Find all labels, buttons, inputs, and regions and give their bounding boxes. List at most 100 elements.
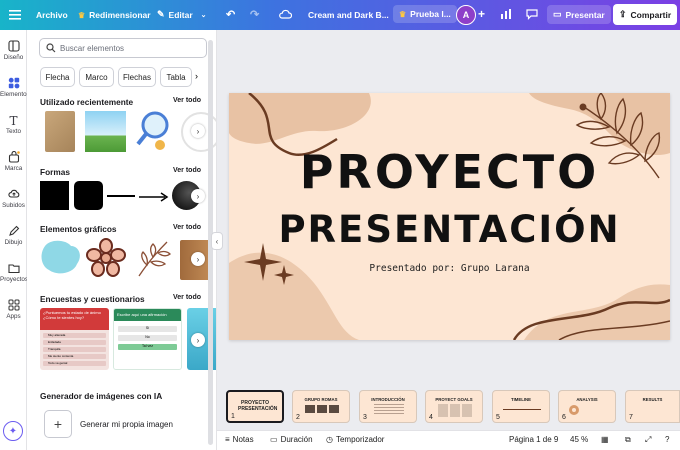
poll-card-statement[interactable]: Escribe aquí una afirmación Sí No Tal ve… bbox=[113, 308, 182, 370]
see-all-graphics[interactable]: Ver todo bbox=[173, 224, 201, 231]
shape-square[interactable] bbox=[40, 181, 69, 210]
analytics-icon[interactable] bbox=[500, 8, 512, 22]
search-placeholder: Buscar elementos bbox=[60, 43, 125, 53]
recent-next-button[interactable]: › bbox=[191, 124, 205, 138]
thumbnail-slide-2[interactable]: GRUPO ROMAS 2 bbox=[292, 390, 350, 423]
thumbnail-slide-6[interactable]: ANALYSIS 6 bbox=[558, 390, 616, 423]
poll-option: Muy alterada bbox=[43, 333, 106, 338]
thumbnail-slide-7[interactable]: RESULTS 7 bbox=[625, 390, 680, 423]
rail-label: Diseño bbox=[3, 54, 24, 61]
resize-button[interactable]: ♛ Redimensionar bbox=[78, 10, 151, 20]
chip-arrow[interactable]: Flecha bbox=[40, 67, 75, 87]
thumbnail-number: 1 bbox=[231, 413, 235, 420]
text-icon: T bbox=[9, 114, 18, 128]
graphic-flower[interactable] bbox=[85, 238, 127, 278]
thumbnail-slide-4[interactable]: PROYECT GOALS 4 bbox=[425, 390, 483, 423]
thumbnail-slide-3[interactable]: INTRODUCCIÓN 3 bbox=[359, 390, 417, 423]
graphics-next-button[interactable]: › bbox=[191, 252, 205, 266]
chip-frame[interactable]: Marco bbox=[79, 67, 114, 87]
rail-draw[interactable]: Dibujo bbox=[0, 225, 27, 246]
recent-magnifier-sticker[interactable] bbox=[133, 109, 173, 153]
shapes-next-button[interactable]: › bbox=[191, 189, 205, 203]
thumbnail-title: RESULTS bbox=[642, 397, 663, 402]
notes-icon: ≡ bbox=[225, 435, 230, 444]
thumbnail-number: 7 bbox=[629, 414, 633, 421]
rail-elements[interactable]: Elementos bbox=[0, 77, 30, 98]
slide-thumbnails: PROYECTO PRESENTACIÓN 1 GRUPO ROMAS 2 IN… bbox=[222, 387, 680, 427]
poll-option: Tranquila bbox=[43, 347, 106, 352]
present-button[interactable]: ▭ Presentar bbox=[547, 5, 611, 24]
search-input[interactable]: Buscar elementos bbox=[39, 38, 207, 58]
thumbnail-title: TIMELINE bbox=[510, 397, 532, 402]
section-recent-title: Utilizado recientemente bbox=[40, 97, 134, 107]
thumbnail-slide-1[interactable]: PROYECTO PRESENTACIÓN 1 bbox=[226, 390, 284, 423]
chip-arrows[interactable]: Flechas bbox=[118, 67, 156, 87]
graphic-blob[interactable] bbox=[39, 238, 84, 278]
thumbnail-title: INTRODUCCIÓN bbox=[371, 397, 405, 402]
apps-icon bbox=[8, 299, 19, 311]
grid-view-icon[interactable]: ▦ bbox=[601, 435, 609, 444]
rail-apps[interactable]: Apps bbox=[0, 299, 27, 320]
thumbnail-number: 2 bbox=[296, 414, 300, 421]
see-all-polls[interactable]: Ver todo bbox=[173, 294, 201, 301]
edit-button[interactable]: ✎ Editar ⌄ bbox=[157, 9, 207, 20]
recent-landscape-image[interactable] bbox=[85, 111, 126, 152]
duration-icon: ▭ bbox=[270, 435, 278, 444]
slide-title-line2[interactable]: PRESENTACIÓN bbox=[229, 208, 670, 251]
magic-assistant-button[interactable]: ✦ bbox=[3, 421, 23, 441]
folder-icon bbox=[7, 264, 20, 274]
rail-uploads[interactable]: Subidos bbox=[0, 188, 27, 209]
page-indicator[interactable]: Página 1 de 9 bbox=[509, 435, 558, 444]
add-collaborator-icon[interactable]: + bbox=[478, 7, 485, 21]
rail-design[interactable]: Diseño bbox=[0, 40, 27, 61]
screen-icon: ▭ bbox=[553, 9, 562, 19]
main-slide-canvas[interactable]: PROYECTO PRESENTACIÓN Presentado por: Gr… bbox=[229, 93, 670, 340]
comment-icon[interactable] bbox=[526, 8, 538, 22]
file-menu[interactable]: Archivo bbox=[36, 10, 68, 20]
document-title[interactable]: Cream and Dark B... bbox=[308, 10, 389, 20]
chevron-right-icon[interactable]: › bbox=[195, 71, 198, 81]
thumbnail-text-block bbox=[438, 404, 472, 417]
cloud-save-icon[interactable] bbox=[279, 9, 293, 21]
thumbnail-title: PROYECTO PRESENTACIÓN bbox=[238, 400, 278, 412]
pages-view-icon[interactable]: ⧉ bbox=[625, 435, 631, 445]
fullscreen-icon[interactable]: ⤢ bbox=[645, 435, 651, 445]
share-label: Compartir bbox=[630, 9, 672, 20]
thumbnail-chart bbox=[569, 405, 579, 415]
rail-brand[interactable]: Marca bbox=[0, 151, 27, 172]
poll-option: Todo va genial bbox=[43, 361, 106, 366]
rail-text[interactable]: T Texto bbox=[0, 114, 27, 135]
trial-button[interactable]: ♛ Prueba l... bbox=[393, 5, 457, 23]
notes-button[interactable]: ≡ Notas bbox=[225, 435, 254, 444]
rail-label: Elementos bbox=[0, 91, 30, 98]
generate-image-label[interactable]: Generar mi propia imagen bbox=[80, 420, 173, 429]
shape-line[interactable] bbox=[107, 195, 135, 197]
recent-paper-texture[interactable] bbox=[45, 111, 75, 152]
redo-icon[interactable]: ↷ bbox=[250, 8, 259, 21]
shape-arrow-line[interactable] bbox=[139, 190, 169, 202]
zoom-level[interactable]: 45 % bbox=[570, 435, 588, 444]
slide-subtitle[interactable]: Presentado por: Grupo Larana bbox=[229, 263, 670, 274]
help-icon[interactable]: ? bbox=[665, 435, 669, 444]
menu-icon[interactable] bbox=[9, 9, 21, 21]
graphic-leaf-branch[interactable] bbox=[133, 238, 173, 280]
avatar[interactable]: A bbox=[456, 5, 476, 25]
share-button[interactable]: ⇪ Compartir bbox=[613, 4, 678, 25]
thumbnail-slide-5[interactable]: TIMELINE 5 bbox=[492, 390, 550, 423]
section-polls-title: Encuestas y cuestionarios bbox=[40, 294, 145, 304]
poll-card-mood[interactable]: ¿Puntuemos tu estado de ánimo ¿Cómo te s… bbox=[40, 308, 109, 370]
see-all-shapes[interactable]: Ver todo bbox=[173, 167, 201, 174]
layout-icon bbox=[7, 40, 20, 52]
rail-label: Dibujo bbox=[4, 239, 23, 246]
rail-projects[interactable]: Proyectos bbox=[0, 262, 28, 283]
slide-title-line1[interactable]: PROYECTO bbox=[229, 145, 670, 199]
see-all-recent[interactable]: Ver todo bbox=[173, 97, 201, 104]
duration-button[interactable]: ▭ Duración bbox=[270, 435, 313, 444]
collapse-panel-button[interactable]: ‹ bbox=[211, 232, 223, 250]
polls-next-button[interactable]: › bbox=[191, 333, 205, 347]
undo-icon[interactable]: ↶ bbox=[226, 8, 235, 21]
shape-rounded-square[interactable] bbox=[74, 181, 103, 210]
generate-image-button[interactable]: + bbox=[44, 410, 72, 438]
chip-table[interactable]: Tabla bbox=[160, 67, 192, 87]
timer-button[interactable]: ◷ Temporizador bbox=[326, 435, 384, 444]
